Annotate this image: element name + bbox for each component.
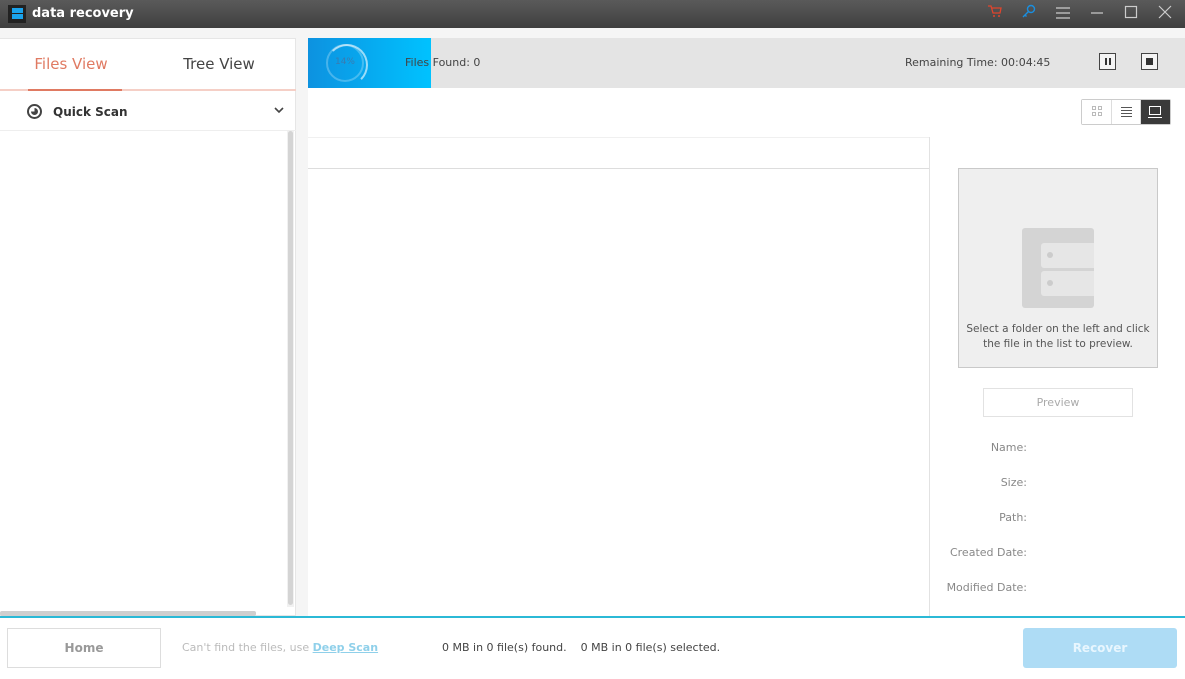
prop-name-label: Name: xyxy=(990,441,1027,454)
remaining-time-label: Remaining Time: 00:04:45 xyxy=(905,56,1051,69)
preview-view-button[interactable] xyxy=(1141,100,1171,124)
pause-button[interactable] xyxy=(1099,53,1116,70)
deep-scan-hint: Can't find the files, use Deep Scan xyxy=(182,641,378,654)
view-tabs: Files View Tree View xyxy=(0,39,296,91)
preview-hint: Select a folder on the left and click th… xyxy=(966,323,1150,350)
vertical-scrollbar-thumb[interactable] xyxy=(288,131,293,605)
drive-placeholder-icon xyxy=(1022,228,1094,308)
vertical-scrollbar[interactable] xyxy=(287,131,294,607)
deep-scan-hint-text: Can't find the files, use xyxy=(182,641,313,654)
files-found-label: Files Found: 0 xyxy=(405,56,481,69)
preview-pane: Select a folder on the left and click th… xyxy=(958,168,1158,368)
list-icon xyxy=(1120,107,1132,119)
pane-divider xyxy=(929,137,930,616)
prop-modified-label: Modified Date: xyxy=(946,581,1027,594)
recover-button[interactable]: Recover xyxy=(1023,628,1177,668)
home-button[interactable]: Home xyxy=(7,628,161,668)
cart-icon[interactable] xyxy=(984,3,1006,25)
deep-scan-link[interactable]: Deep Scan xyxy=(313,641,378,654)
active-tab-indicator xyxy=(28,89,122,91)
key-icon[interactable] xyxy=(1018,3,1040,25)
stop-button[interactable] xyxy=(1141,53,1158,70)
scan-progress-icon xyxy=(27,104,42,119)
thumbnail-view-button[interactable] xyxy=(1082,100,1112,124)
tab-tree-view[interactable]: Tree View xyxy=(148,55,290,73)
maximize-icon[interactable] xyxy=(1120,3,1142,25)
grid-icon xyxy=(1092,106,1103,117)
file-stats: 0 MB in 0 file(s) found. 0 MB in 0 file(… xyxy=(442,641,721,654)
progress-percent: 14% xyxy=(334,57,355,67)
prop-path-label: Path: xyxy=(999,511,1027,524)
footer: Home Can't find the files, use Deep Scan… xyxy=(0,618,1185,679)
left-panel: Files View Tree View Quick Scan xyxy=(0,38,296,616)
preview-pane-icon xyxy=(1148,106,1163,118)
file-list[interactable] xyxy=(308,169,929,616)
title-bar: data recovery xyxy=(0,0,1185,28)
prop-size-label: Size: xyxy=(1000,476,1027,489)
tab-files-view[interactable]: Files View xyxy=(0,55,142,73)
prop-created-label: Created Date: xyxy=(949,546,1027,559)
preview-button[interactable]: Preview xyxy=(983,388,1133,417)
app-logo-icon xyxy=(8,5,26,23)
quick-scan-label: Quick Scan xyxy=(53,105,128,119)
app-title: data recovery xyxy=(32,6,134,21)
minimize-icon[interactable] xyxy=(1086,3,1108,25)
main-area: Select a folder on the left and click th… xyxy=(308,88,1185,616)
quick-scan-item[interactable]: Quick Scan xyxy=(0,93,296,131)
chevron-down-icon[interactable] xyxy=(274,103,284,117)
scan-progress-bar: 14% Files Found: 0 Remaining Time: 00:04… xyxy=(308,38,1185,88)
close-icon[interactable] xyxy=(1154,3,1176,25)
view-mode-toggle xyxy=(1081,99,1171,125)
file-list-header xyxy=(308,137,929,169)
menu-icon[interactable] xyxy=(1052,3,1074,25)
list-view-button[interactable] xyxy=(1111,100,1142,124)
